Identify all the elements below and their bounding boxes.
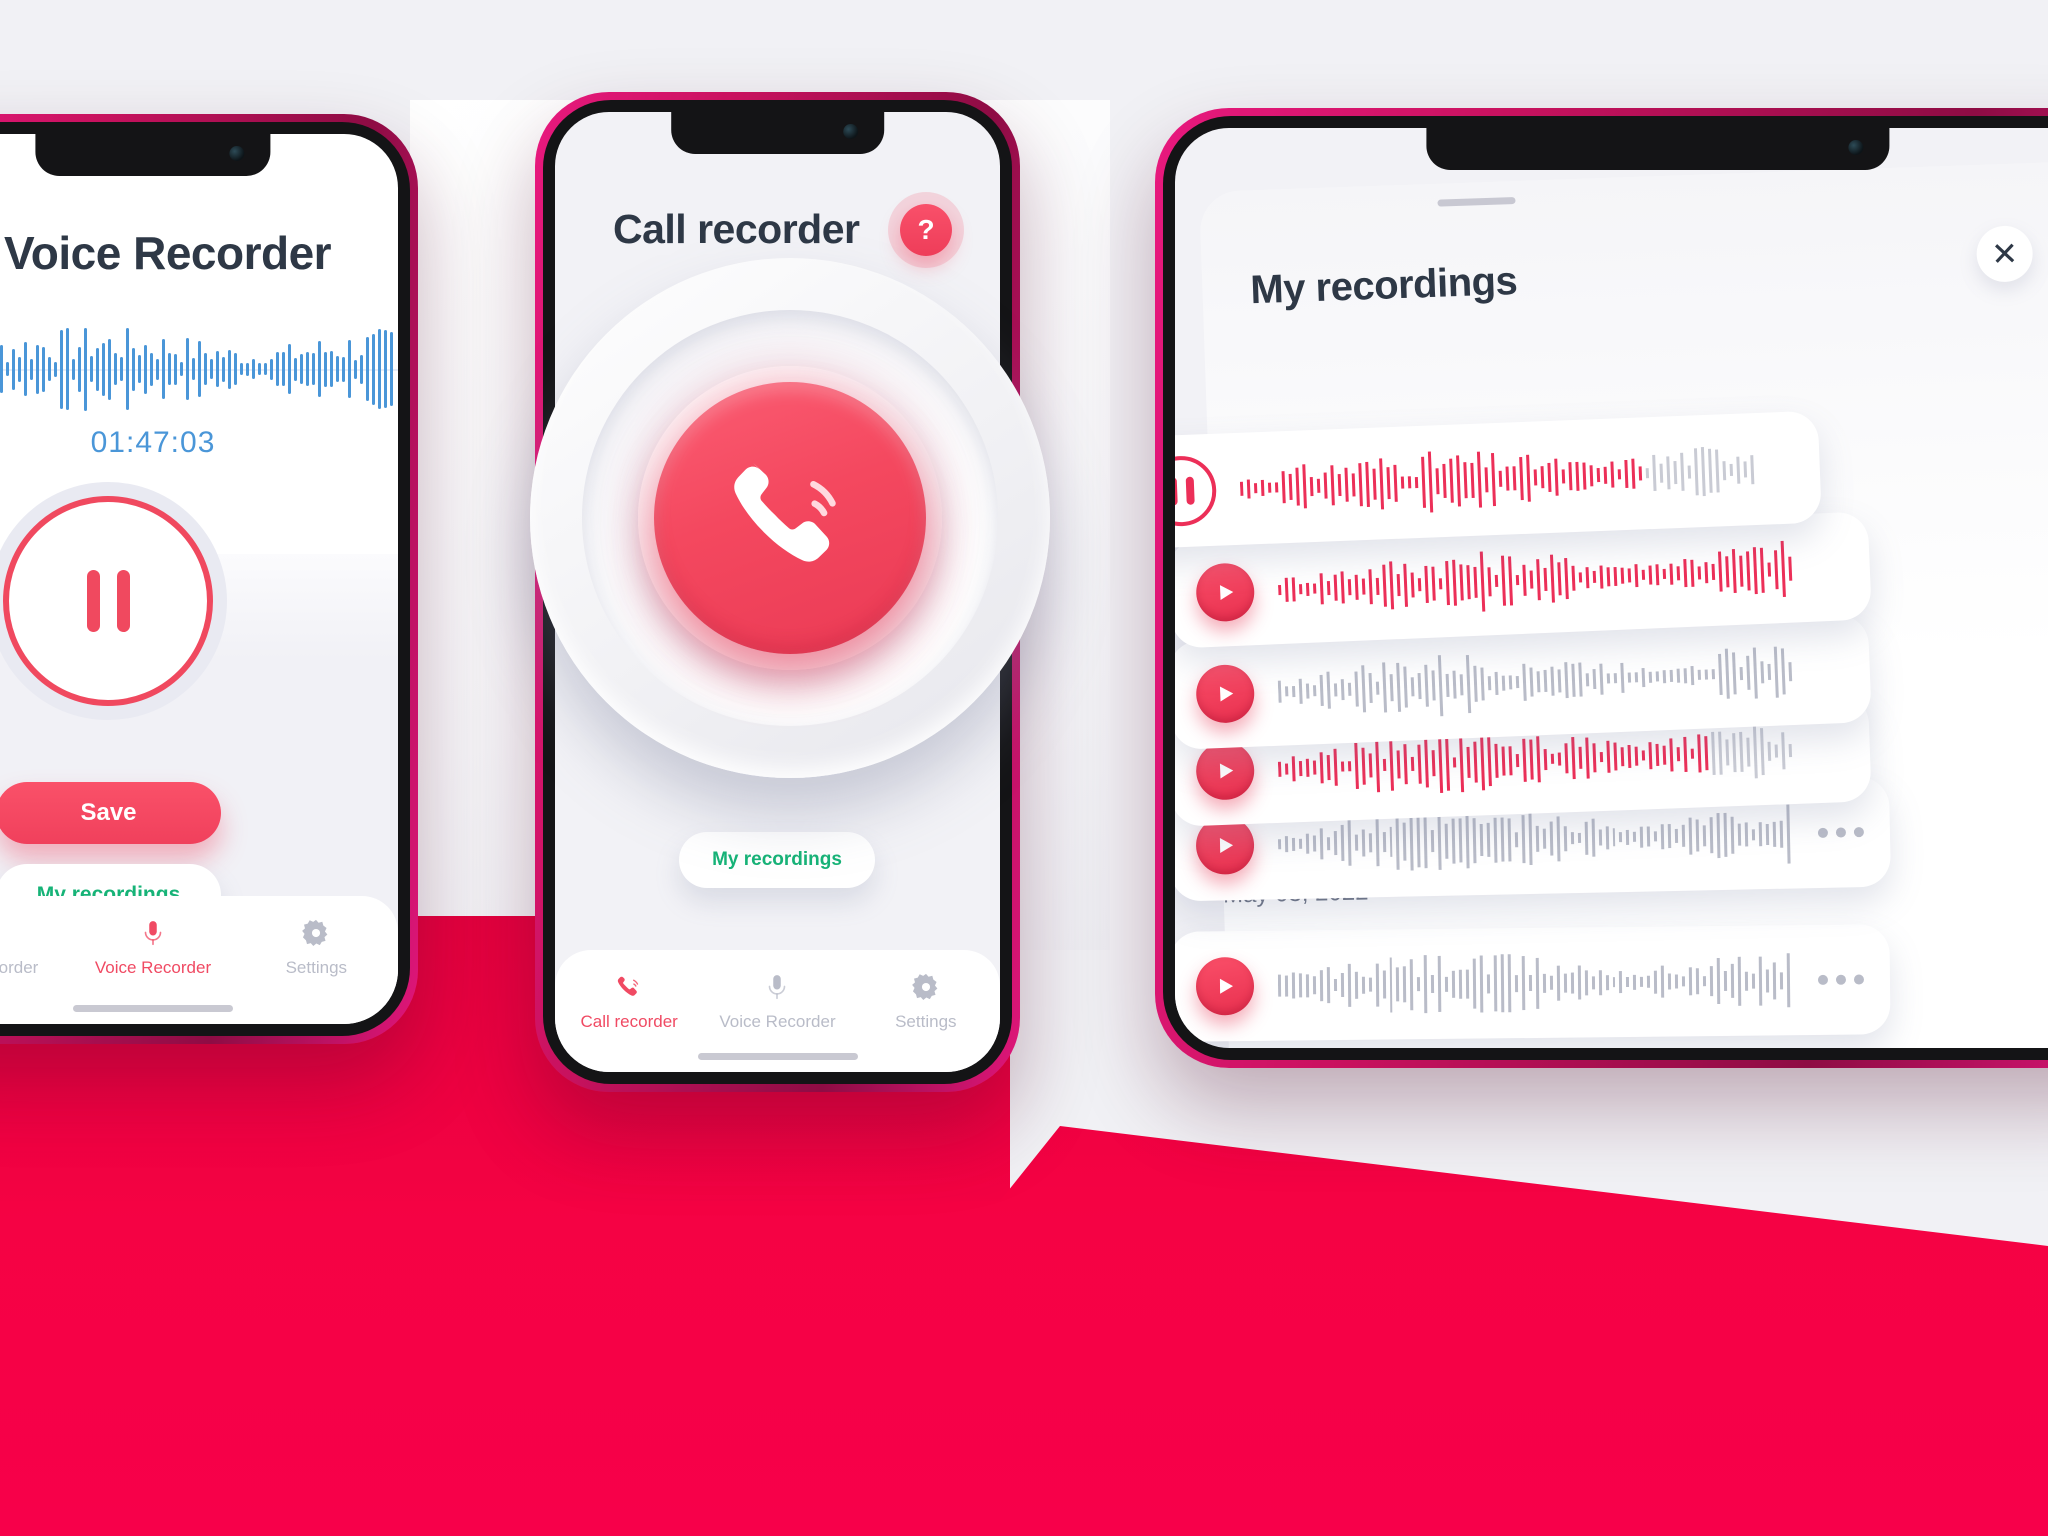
more-options-icon[interactable] (1817, 827, 1865, 838)
tab-settings[interactable]: Settings (852, 972, 1000, 1032)
tab-settings[interactable]: Settings (235, 918, 398, 978)
page-title: My recordings (1249, 258, 1518, 313)
play-icon (1219, 686, 1234, 702)
call-button-group (530, 258, 1050, 778)
notch (1425, 128, 1890, 170)
microphone-icon (144, 921, 162, 946)
recording-timer: 01:47:03 (90, 426, 216, 459)
play-icon (1219, 978, 1234, 994)
home-indicator (697, 1053, 858, 1060)
recording-waveform (1277, 531, 1845, 625)
pause-icon (116, 570, 130, 632)
tab-voice-recorder[interactable]: Voice Recorder (703, 972, 851, 1032)
home-indicator (73, 1005, 233, 1012)
tab-label: Voice Recorder (94, 958, 212, 977)
recording-waveform (1277, 945, 1795, 1020)
recording-item[interactable] (1175, 924, 1891, 1042)
recording-waveform (1239, 433, 1795, 524)
tab-label: Call recorder (580, 1012, 678, 1031)
sheet-grabber[interactable] (1437, 196, 1516, 207)
pause-button[interactable] (1175, 454, 1218, 528)
pause-icon (86, 570, 100, 632)
save-button[interactable]: Save (0, 782, 221, 844)
phone-my-recordings: My recordings ✕ May 03, 2022 (1155, 108, 2048, 1068)
play-button[interactable] (1195, 740, 1256, 801)
more-options-icon[interactable] (1817, 974, 1865, 985)
recording-waveform (1277, 634, 1845, 727)
phone-handset-icon (734, 463, 836, 562)
gear-icon (302, 919, 328, 946)
play-icon (1219, 585, 1234, 601)
page-title: Voice Recorder (4, 227, 332, 279)
play-button[interactable] (1195, 562, 1256, 623)
play-icon (1219, 763, 1234, 779)
play-button[interactable] (1195, 663, 1256, 724)
pause-button-wrap (0, 482, 227, 720)
tab-label: Voice Recorder (719, 1012, 836, 1031)
gear-icon (911, 973, 938, 1000)
play-button[interactable] (1195, 956, 1255, 1016)
page-title: Call recorder (613, 206, 860, 252)
notch (670, 112, 885, 154)
call-record-button[interactable] (654, 382, 926, 654)
play-icon (1219, 837, 1234, 853)
tab-call-recorder[interactable]: Call recorder (555, 972, 703, 1032)
my-recordings-button[interactable]: My recordings (679, 832, 875, 888)
my-recordings-screen: My recordings ✕ May 03, 2022 (1175, 128, 2048, 1048)
pause-icon (1185, 476, 1195, 505)
notch (35, 134, 271, 176)
close-icon[interactable]: ✕ (1975, 224, 2034, 283)
phone-call-icon (0, 918, 5, 948)
help-button[interactable]: ? (900, 204, 952, 256)
tab-call-recorder[interactable]: Call recorder (0, 918, 71, 978)
voice-waveform (0, 324, 398, 414)
voice-recorder-screen: Voice Recorder 01:47:03 Save My recordin… (0, 134, 398, 1024)
microphone-icon (769, 975, 786, 1000)
tab-voice-recorder[interactable]: Voice Recorder (71, 918, 234, 978)
tab-label: Settings (895, 1012, 957, 1031)
pause-button[interactable] (3, 496, 213, 706)
phone-call-icon (618, 976, 639, 996)
tab-label: Settings (285, 958, 348, 977)
tab-label: Call recorder (0, 958, 39, 977)
pause-icon (1175, 477, 1178, 506)
phone-voice-recorder: Voice Recorder 01:47:03 Save My recordin… (0, 114, 418, 1044)
